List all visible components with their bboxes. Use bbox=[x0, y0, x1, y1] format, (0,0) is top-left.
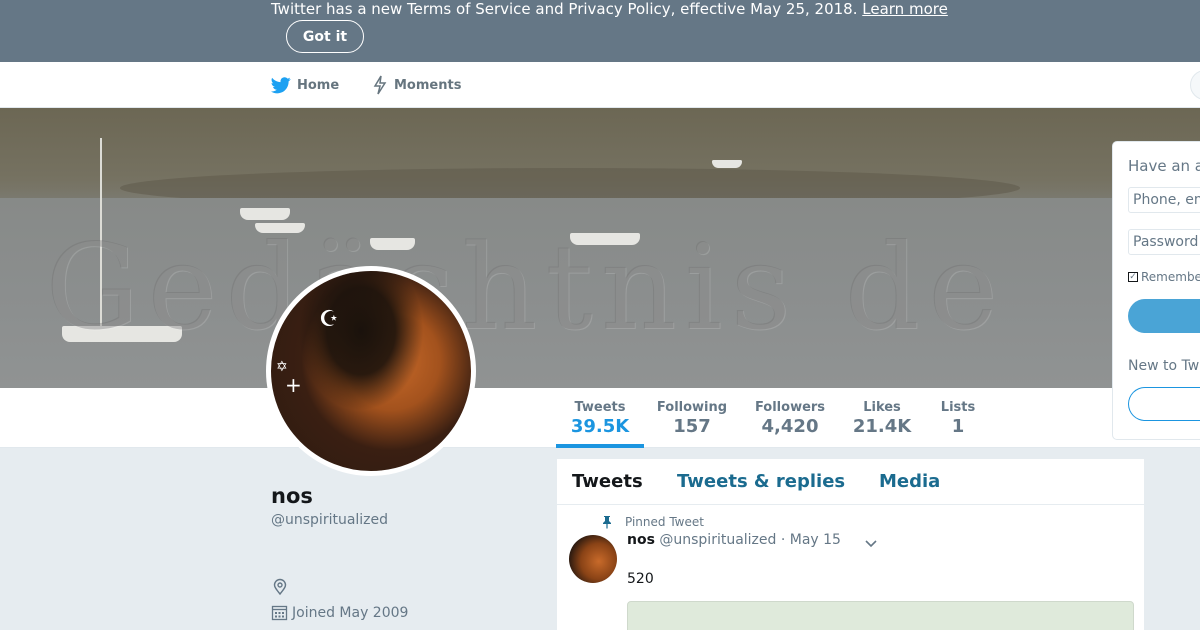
twitter-bird-icon bbox=[271, 76, 291, 93]
tweet-text: 520 bbox=[627, 571, 654, 587]
top-nav: Home Moments bbox=[0, 62, 1200, 108]
stat-value: 39.5K bbox=[570, 416, 630, 437]
pinned-tweet-context: Pinned Tweet bbox=[601, 515, 704, 529]
stat-label: Likes bbox=[863, 400, 901, 415]
tos-banner-text: Twitter has a new Terms of Service and P… bbox=[271, 0, 948, 18]
chevron-down-icon[interactable] bbox=[863, 535, 879, 551]
login-title: Have an ac bbox=[1128, 157, 1200, 175]
profile-nav: Tweets 39.5K Following 157 Followers 4,4… bbox=[0, 388, 1200, 448]
header-watermark: Gedächtnis de bbox=[45, 218, 1006, 356]
stat-value: 1 bbox=[951, 416, 965, 437]
profile-joined: Joined May 2009 bbox=[271, 604, 408, 621]
location-pin-icon bbox=[273, 578, 287, 596]
remember-me[interactable]: ✓ Remembe bbox=[1128, 270, 1200, 284]
stat-lists[interactable]: Lists 1 bbox=[940, 388, 976, 448]
tab-tweets[interactable]: Tweets bbox=[572, 471, 643, 492]
remember-label: Remembe bbox=[1141, 270, 1200, 284]
tweet-media-card[interactable] bbox=[627, 601, 1134, 630]
lightning-icon bbox=[373, 75, 387, 95]
stat-label: Followers bbox=[754, 400, 826, 415]
nav-moments-label: Moments bbox=[394, 77, 462, 93]
calendar-icon bbox=[271, 605, 288, 621]
stat-followers[interactable]: Followers 4,420 bbox=[752, 388, 828, 448]
tweet-author-name[interactable]: nos bbox=[627, 532, 655, 548]
tweet-header: nos @unspiritualized · May 15 bbox=[627, 532, 841, 548]
tweet-author-handle[interactable]: @unspiritualized bbox=[659, 532, 776, 548]
search-input[interactable] bbox=[1190, 70, 1200, 100]
cross-icon: + bbox=[285, 373, 302, 397]
stat-label: Following bbox=[656, 400, 728, 415]
learn-more-link[interactable]: Learn more bbox=[862, 0, 948, 18]
stat-tweets[interactable]: Tweets 39.5K bbox=[556, 388, 644, 448]
nav-moments[interactable]: Moments bbox=[372, 62, 461, 108]
tab-tweets-replies[interactable]: Tweets & replies bbox=[677, 471, 845, 492]
stat-value: 4,420 bbox=[761, 416, 819, 437]
pin-icon bbox=[603, 516, 611, 529]
stat-following[interactable]: Following 157 bbox=[656, 388, 728, 448]
got-it-button[interactable]: Got it bbox=[286, 20, 364, 53]
signup-button[interactable] bbox=[1128, 387, 1200, 421]
joined-date: Joined May 2009 bbox=[292, 604, 409, 621]
nav-home[interactable]: Home bbox=[271, 62, 339, 108]
stat-label: Tweets bbox=[574, 400, 626, 415]
tweet-date[interactable]: · May 15 bbox=[781, 532, 841, 548]
profile-header-image: Gedächtnis de bbox=[0, 108, 1200, 388]
new-to-twitter: New to Twi bbox=[1128, 358, 1200, 374]
tos-banner: Twitter has a new Terms of Service and P… bbox=[0, 0, 1200, 62]
remember-checkbox[interactable]: ✓ bbox=[1128, 272, 1138, 282]
boat bbox=[712, 160, 742, 168]
timeline-tabs: Tweets Tweets & replies Media bbox=[557, 459, 1144, 505]
timeline: Tweets Tweets & replies Media Pinned Twe… bbox=[557, 459, 1144, 630]
stat-label: Lists bbox=[940, 400, 976, 415]
stat-likes[interactable]: Likes 21.4K bbox=[852, 388, 912, 448]
profile-avatar[interactable]: ☪ ✡ + bbox=[266, 266, 476, 476]
pinned-label: Pinned Tweet bbox=[625, 515, 704, 529]
tos-banner-message: Twitter has a new Terms of Service and P… bbox=[271, 0, 858, 18]
password-field[interactable]: Password bbox=[1128, 229, 1200, 255]
login-button[interactable] bbox=[1128, 299, 1200, 333]
stat-value: 21.4K bbox=[852, 416, 912, 437]
tweet-avatar[interactable] bbox=[569, 535, 617, 583]
login-panel: Have an ac Phone, em Password ✓ Remembe … bbox=[1112, 141, 1200, 440]
nav-home-label: Home bbox=[297, 77, 340, 93]
stat-value: 157 bbox=[673, 416, 711, 437]
profile-handle[interactable]: @unspiritualized bbox=[271, 512, 388, 528]
tab-media[interactable]: Media bbox=[879, 471, 940, 492]
profile-name[interactable]: nos bbox=[271, 484, 313, 508]
phone-email-field[interactable]: Phone, em bbox=[1128, 187, 1200, 213]
avatar-shadow bbox=[271, 271, 471, 471]
crescent-star-icon: ☪ bbox=[319, 307, 339, 332]
